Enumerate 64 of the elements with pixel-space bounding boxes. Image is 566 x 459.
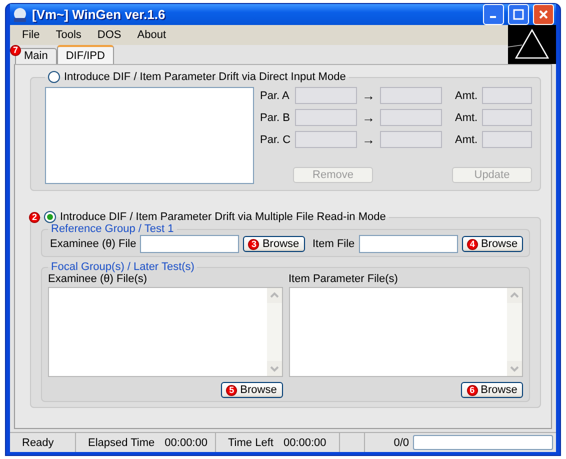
close-button[interactable]: [533, 4, 554, 25]
field-label: Item File: [312, 238, 355, 250]
parameter-label: Par. B: [260, 112, 290, 124]
number-badge: 3: [248, 238, 260, 250]
arrow-label: →: [362, 110, 375, 125]
input-field[interactable]: [380, 87, 442, 104]
number-badge: 5: [226, 384, 238, 396]
radio-button[interactable]: [44, 211, 56, 223]
radio-button[interactable]: [48, 71, 60, 83]
status-value: 0/0: [394, 436, 409, 448]
group-title: Focal Group(s) / Later Test(s): [51, 261, 194, 273]
field-label: Examinee (θ) File: [50, 238, 136, 250]
app-icon: [12, 6, 28, 22]
input-field[interactable]: [380, 131, 442, 148]
menu-item[interactable]: About: [129, 29, 174, 41]
scroll-up-icon[interactable]: [266, 288, 282, 303]
input-field[interactable]: [380, 109, 442, 126]
parameter-label: Par. A: [260, 90, 290, 102]
menu-item[interactable]: DOS: [89, 29, 130, 41]
status-value: 00:00:00: [283, 436, 326, 448]
group-title: Reference Group / Test 1: [51, 223, 174, 235]
amount-label: Amt.: [455, 90, 477, 102]
input-field[interactable]: [295, 87, 357, 104]
status-label: Elapsed Time: [88, 436, 155, 448]
minimize-button[interactable]: [483, 4, 504, 25]
input-field[interactable]: [140, 235, 240, 253]
file-list[interactable]: [288, 287, 523, 377]
scroll-down-icon[interactable]: [266, 361, 282, 376]
input-field[interactable]: [482, 87, 532, 104]
list-label: Item Parameter File(s): [288, 273, 399, 285]
number-badge: 7: [10, 45, 21, 56]
status-text: Ready: [22, 436, 54, 448]
close-icon: [538, 9, 549, 20]
parameter-label: Par. C: [260, 134, 290, 146]
maximize-button[interactable]: [508, 4, 529, 25]
window-title: [Vm~] WinGen ver.1.6: [32, 7, 166, 22]
status-value: 00:00:00: [164, 436, 208, 448]
maximize-icon: [513, 9, 524, 20]
menu-item[interactable]: Tools: [48, 29, 90, 41]
amount-label: Amt.: [455, 112, 477, 124]
amount-label: Amt.: [455, 134, 477, 146]
arrow-label: →: [362, 88, 375, 103]
list-label: Examinee (θ) File(s): [48, 273, 148, 285]
input-field[interactable]: [482, 109, 532, 126]
number-badge: 4: [466, 238, 478, 250]
browse-button[interactable]: 4 Browse: [462, 236, 523, 252]
tab[interactable]: DIF/IPD: [56, 45, 114, 64]
browse-button[interactable]: 6 Browse: [461, 382, 523, 398]
input-field[interactable]: [482, 131, 532, 148]
number-badge: 2: [29, 212, 40, 222]
input-field[interactable]: [358, 235, 458, 253]
input-field[interactable]: [295, 131, 357, 148]
browse-button[interactable]: 5 Browse: [220, 382, 282, 398]
input-field[interactable]: [295, 109, 357, 126]
file-list[interactable]: [48, 287, 282, 377]
arrow-label: →: [362, 132, 375, 147]
status-label: Time Left: [228, 436, 274, 448]
radio-label: Introduce DIF / Item Parameter Drift via Multiple File Read-in Mode: [60, 211, 386, 223]
browse-button[interactable]: 3 Browse: [243, 236, 304, 252]
scroll-up-icon[interactable]: [507, 288, 522, 303]
number-badge: 6: [466, 384, 478, 396]
radio-label: Introduce DIF / Item Parameter Drift via Direct Input Mode: [64, 71, 346, 83]
menu-item[interactable]: File: [14, 29, 48, 41]
scroll-down-icon[interactable]: [507, 361, 522, 376]
